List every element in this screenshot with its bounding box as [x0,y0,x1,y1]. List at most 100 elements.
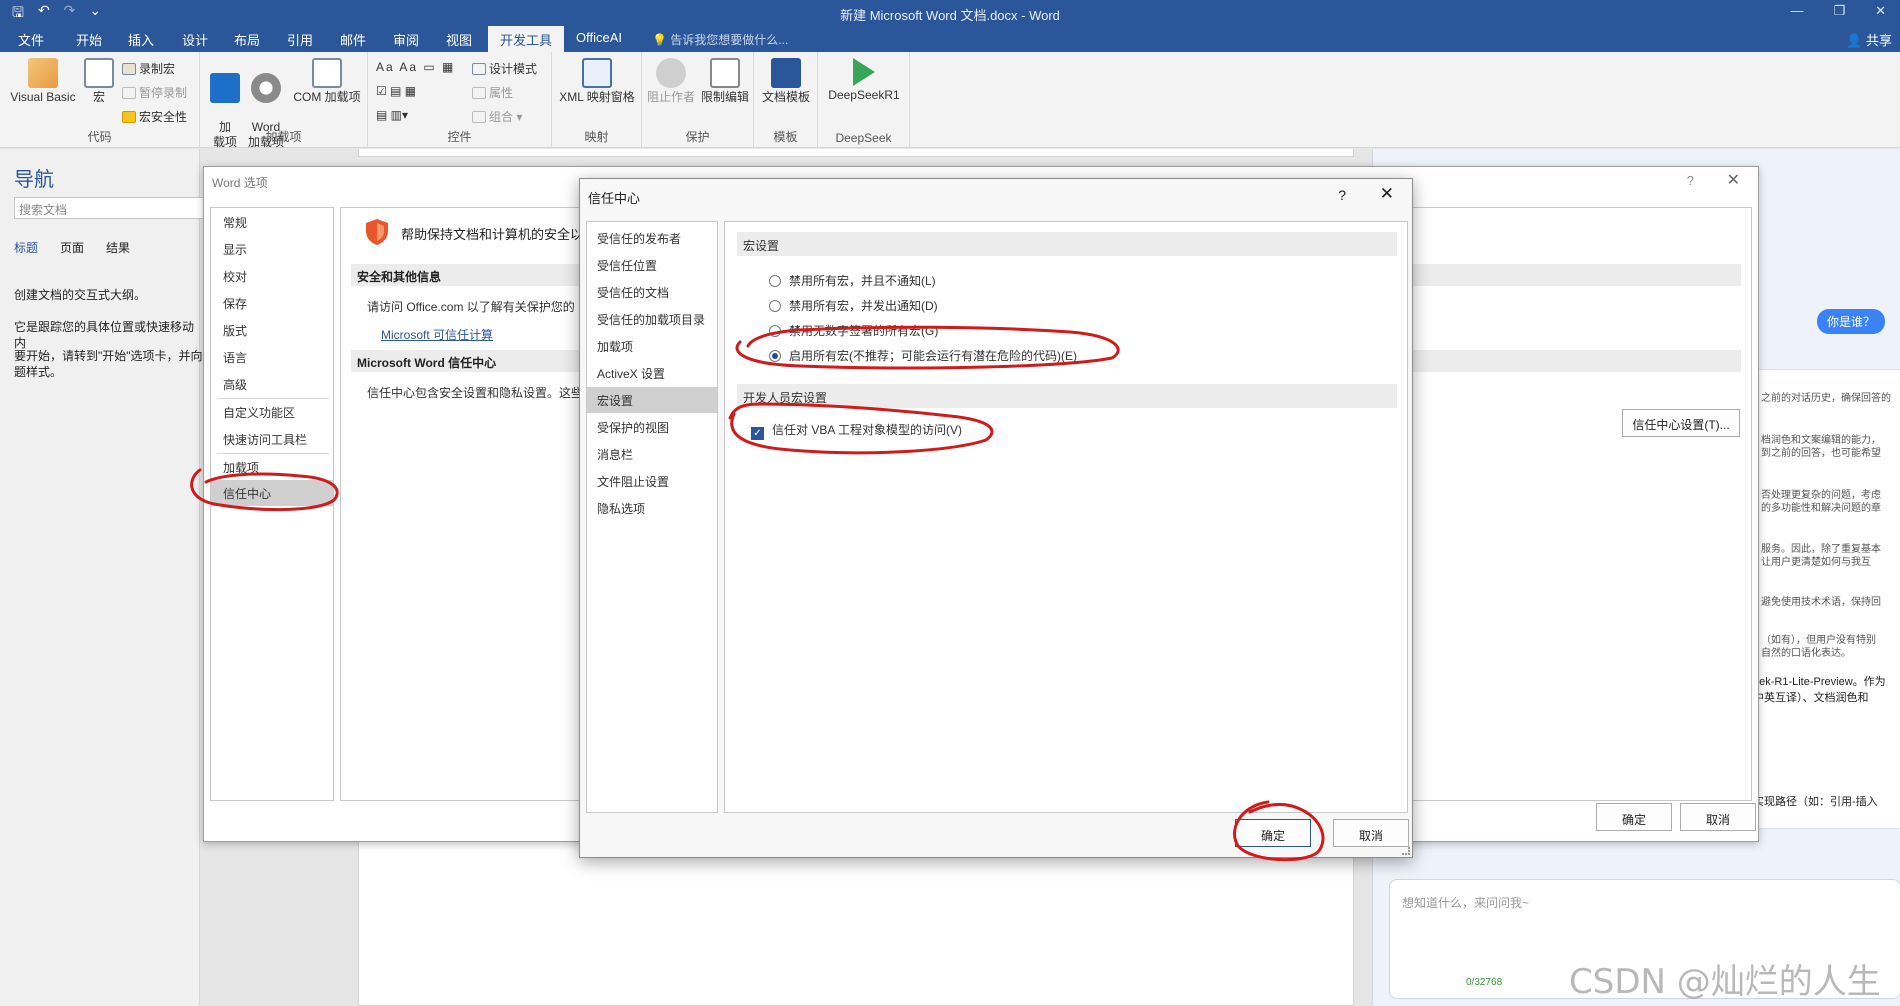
divider [217,398,329,399]
deepseek-r1-button[interactable]: DeepSeekR1 [822,58,906,103]
group-label-deepseek: DeepSeek [835,131,892,145]
block-authors-button[interactable]: 阻止作者 [646,58,696,105]
radio-button [769,325,781,337]
design-mode-button[interactable]: 设计模式 [472,60,537,77]
ribbon-group-code: Visual Basic 宏 录制宏 暂停录制 宏安全性 代码 [0,52,200,148]
legacy-controls-row[interactable]: ▤ ▥▾ [376,108,408,122]
pause-recording-label: 暂停录制 [139,86,188,100]
share-button[interactable]: 👤 共享 [1846,30,1892,49]
radio-disable-with-notify[interactable]: 禁用所有宏，并发出通知(D) [769,297,938,314]
ok-button[interactable]: 确定 [1235,819,1311,847]
macros-button[interactable]: 宏 [82,58,116,105]
radio-disable-unsigned[interactable]: 禁用无数字签署的所有宏(G) [769,322,938,339]
nav-tab-headings[interactable]: 标题 [14,239,38,256]
checkbox-controls-row[interactable]: ☑ ▤ ▦ [376,84,416,98]
restrict-editing-button[interactable]: 限制编辑 [698,58,752,105]
text-controls-row[interactable]: Aa Aa ▭ ▦ [376,60,455,74]
radio-enable-all[interactable]: 启用所有宏(不推荐；可能会运行有潜在危险的代码)(E) [769,347,1077,364]
tab-developer[interactable]: 开发工具 [488,26,565,52]
category-macro-settings[interactable]: 宏设置 [587,387,717,413]
document-template-button[interactable]: 文档模板 [756,58,816,105]
xml-mapping-button[interactable]: XML 映射窗格 [554,58,640,105]
tab-insert[interactable]: 插入 [128,30,154,49]
reply-snippet: 中英互译）、文档润色和 [1753,692,1869,704]
tab-home[interactable]: 开始 [76,30,102,49]
category-trusted-publishers[interactable]: 受信任的发布者 [597,230,681,247]
group-icon [472,111,486,123]
com-addins-button[interactable]: COM 加载项 [290,58,364,105]
category-trusted-documents[interactable]: 受信任的文档 [597,284,669,301]
cancel-button[interactable]: 取消 [1680,803,1756,831]
tab-layout[interactable]: 布局 [234,30,260,49]
trust-center-text: 信任中心包含安全设置和隐私设置。这些 [367,386,584,400]
trustworthy-computing-link[interactable]: Microsoft 可信任计算 [381,326,493,343]
restore-button[interactable]: ❐ [1833,3,1845,19]
category-quick-access-toolbar[interactable]: 快速访问工具栏 [223,431,307,448]
group-label-mapping: 映射 [584,130,609,144]
category-addins[interactable]: 加载项 [223,459,259,476]
tab-references[interactable]: 引用 [287,30,313,49]
nav-title: 导航 [14,169,54,191]
radio-button [769,275,781,287]
document-page[interactable] [358,840,1354,1006]
radio-disable-no-notify[interactable]: 禁用所有宏，并且不通知(L) [769,272,936,289]
ok-button[interactable]: 确定 [1596,803,1672,831]
category-display[interactable]: 显示 [223,241,247,258]
group-button[interactable]: 组合 ▾ [472,108,522,125]
macros-label: 宏 [92,90,105,104]
nav-help-text-3: 要开始，请转到"开始"选项卡，并向 [14,349,203,363]
macro-settings-panel: 宏设置 禁用所有宏，并且不通知(L) 禁用所有宏，并发出通知(D) 禁用无数字签… [724,221,1408,813]
help-button[interactable]: ? [1687,173,1694,188]
pause-icon [122,87,136,99]
close-window-button[interactable]: ✕ [1875,3,1886,19]
category-customize-ribbon[interactable]: 自定义功能区 [223,404,295,421]
warning-icon [122,111,136,123]
tell-me-box[interactable]: 💡 告诉我您想要做什么... [652,31,788,48]
category-trusted-addin-catalogs[interactable]: 受信任的加载项目录 [597,311,705,328]
trust-center-settings-button[interactable]: 信任中心设置(T)... [1622,409,1740,437]
nav-tab-results[interactable]: 结果 [106,239,130,256]
category-advanced[interactable]: 高级 [223,376,247,393]
help-button[interactable]: ? [1338,187,1346,203]
close-button[interactable]: ✕ [1727,170,1740,190]
category-save[interactable]: 保存 [223,295,247,312]
tab-mailings[interactable]: 邮件 [340,30,366,49]
category-trusted-locations[interactable]: 受信任位置 [597,257,657,274]
category-protected-view[interactable]: 受保护的视图 [597,419,669,436]
category-file-block-settings[interactable]: 文件阻止设置 [597,473,669,490]
record-macro-button[interactable]: 录制宏 [122,60,175,77]
nav-search-input[interactable]: 搜索文档 [14,197,204,219]
category-trust-center[interactable]: 信任中心 [211,480,333,506]
addins-cube-icon [210,73,240,103]
group-label-controls: 控件 [447,130,472,144]
visual-basic-label: Visual Basic [10,90,76,104]
properties-button[interactable]: 属性 [472,84,513,101]
cancel-button[interactable]: 取消 [1333,819,1409,847]
visual-basic-button[interactable]: Visual Basic [6,58,80,105]
tab-file[interactable]: 文件 [18,30,44,49]
nav-tab-pages[interactable]: 页面 [60,239,84,256]
minimize-button[interactable]: — [1790,3,1803,19]
reply-snippet: 档润色和文案编辑的能力， [1761,435,1881,446]
deepseek-r1-label: DeepSeekR1 [828,88,900,102]
reply-snippet: 的多功能性和解决问题的章 [1761,503,1881,514]
category-language[interactable]: 语言 [223,349,247,366]
resize-grip-icon[interactable] [1402,847,1410,855]
category-proofing[interactable]: 校对 [223,268,247,285]
category-message-bar[interactable]: 消息栏 [597,446,633,463]
tab-view[interactable]: 视图 [446,30,472,49]
tab-review[interactable]: 审阅 [393,30,419,49]
reply-snippet: 自然的口语化表达。 [1761,648,1851,659]
category-activex-settings[interactable]: ActiveX 设置 [597,365,665,382]
category-general[interactable]: 常规 [223,214,247,231]
tab-officeai[interactable]: OfficeAI [576,30,622,45]
category-privacy-options[interactable]: 隐私选项 [597,500,645,517]
macro-security-button[interactable]: 宏安全性 [122,108,187,125]
category-addins[interactable]: 加载项 [597,338,633,355]
pause-recording-button[interactable]: 暂停录制 [122,84,187,101]
category-typography[interactable]: 版式 [223,322,247,339]
trust-vba-access-checkbox[interactable]: ✓ 信任对 VBA 工程对象模型的访问(V) [751,421,962,440]
close-button[interactable]: ✕ [1380,184,1394,204]
tab-design[interactable]: 设计 [182,30,208,49]
xml-mapping-label: XML 映射窗格 [559,90,635,104]
